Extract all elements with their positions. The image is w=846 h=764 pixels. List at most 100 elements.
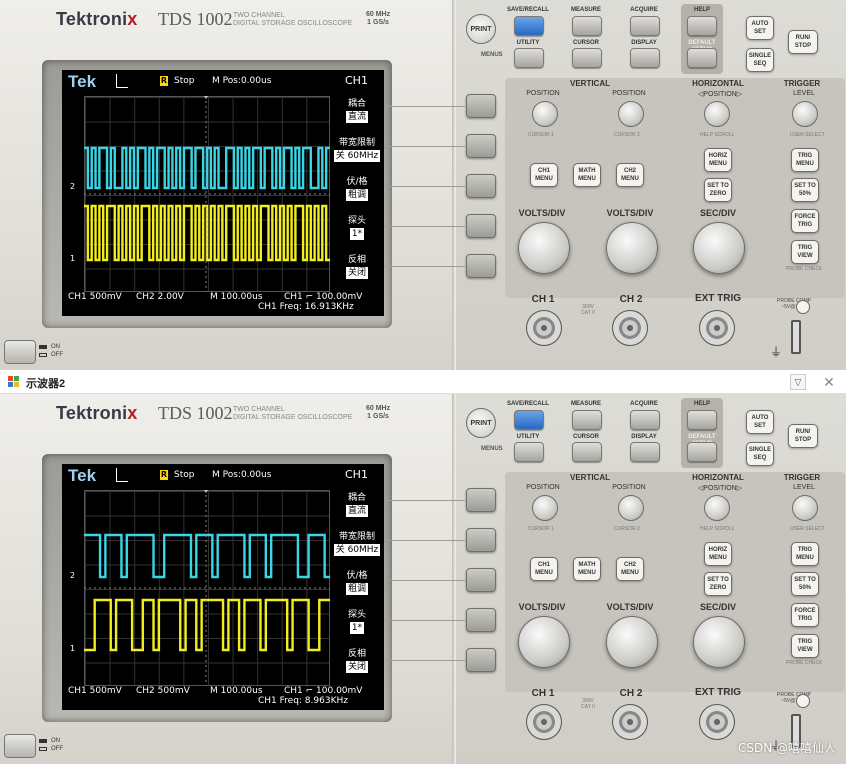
probe-comp-terminal[interactable] bbox=[796, 694, 810, 708]
sec-div-knob[interactable] bbox=[693, 616, 745, 668]
horiz-menu-button[interactable]: HORIZ MENU bbox=[704, 542, 732, 566]
save-recall-button[interactable] bbox=[514, 410, 544, 430]
print-button[interactable]: PRINT bbox=[466, 408, 496, 438]
menu-item-value: 粗调 bbox=[345, 189, 368, 201]
side-menu-button-5[interactable] bbox=[466, 648, 496, 672]
ext-trig-bnc-connector[interactable] bbox=[699, 310, 735, 346]
ch1-position-label: POSITION bbox=[526, 90, 560, 97]
ch2-menu-button[interactable]: CH2 MENU bbox=[616, 557, 644, 581]
set-to-50-button[interactable]: SET TO 50% bbox=[791, 572, 819, 596]
side-menu-button-3[interactable] bbox=[466, 174, 496, 198]
cat-rating: 300V CAT II bbox=[581, 698, 595, 710]
ch2-bnc-connector[interactable] bbox=[612, 310, 648, 346]
ch1-bnc-connector[interactable] bbox=[526, 704, 562, 740]
power-button[interactable] bbox=[4, 734, 36, 758]
math-menu-button[interactable]: MATH MENU bbox=[573, 557, 601, 581]
ch1-volts-div-knob[interactable] bbox=[518, 616, 570, 668]
ch2-ground-marker: 2 bbox=[70, 182, 76, 191]
model-subtitle: TWO CHANNEL DIGITAL STORAGE OSCILLOSCOPE bbox=[233, 406, 353, 421]
single-seq-button[interactable]: SINGLE SEQ bbox=[746, 442, 774, 466]
ch2-menu-button[interactable]: CH2 MENU bbox=[616, 163, 644, 187]
trigger-level-knob[interactable] bbox=[792, 101, 818, 127]
trig-view-button[interactable]: TRIG VIEW bbox=[791, 634, 819, 658]
set-to-50-button[interactable]: SET TO 50% bbox=[791, 178, 819, 202]
side-menu-button-3[interactable] bbox=[466, 568, 496, 592]
set-to-zero-button[interactable]: SET TO ZERO bbox=[704, 178, 732, 202]
help-button[interactable] bbox=[687, 16, 717, 36]
minimize-button[interactable]: ▽ bbox=[790, 374, 806, 390]
utility-button[interactable] bbox=[514, 48, 544, 68]
ch2-input-label: CH 2 bbox=[619, 688, 643, 699]
force-trig-button[interactable]: FORCE TRIG bbox=[791, 209, 819, 233]
acquire-label: ACQUIRE bbox=[630, 7, 658, 13]
auto-set-button[interactable]: AUTO SET bbox=[746, 16, 774, 40]
oscilloscope-1: Tektronix TDS 1002 TWO CHANNEL DIGITAL ST… bbox=[0, 0, 846, 370]
close-button[interactable]: ✕ bbox=[820, 373, 838, 391]
menu-channel-title: CH1 bbox=[345, 468, 368, 481]
trig-view-button[interactable]: TRIG VIEW bbox=[791, 240, 819, 264]
run-stop-button[interactable]: RUN/ STOP bbox=[788, 424, 818, 448]
display-button[interactable] bbox=[630, 48, 660, 68]
side-menu-button-2[interactable] bbox=[466, 134, 496, 158]
save-recall-button[interactable] bbox=[514, 16, 544, 36]
display-button[interactable] bbox=[630, 442, 660, 462]
sec-div-label: SEC/DIV bbox=[699, 602, 736, 612]
ch1-position-knob[interactable] bbox=[532, 495, 558, 521]
ch1-volts-div-knob[interactable] bbox=[518, 222, 570, 274]
ch2-position-knob[interactable] bbox=[618, 495, 644, 521]
trig-menu-button[interactable]: TRIG MENU bbox=[791, 148, 819, 172]
ch2-volts-div-knob[interactable] bbox=[606, 616, 658, 668]
measure-button[interactable] bbox=[572, 16, 602, 36]
side-menu-button-1[interactable] bbox=[466, 488, 496, 512]
horizontal-label: HORIZONTAL bbox=[692, 79, 744, 88]
force-trig-button[interactable]: FORCE TRIG bbox=[791, 603, 819, 627]
set-to-zero-button[interactable]: SET TO ZERO bbox=[704, 572, 732, 596]
cursor-button[interactable] bbox=[572, 442, 602, 462]
h-position-knob[interactable] bbox=[704, 495, 730, 521]
ch2-bnc-connector[interactable] bbox=[612, 704, 648, 740]
side-menu-button-1[interactable] bbox=[466, 94, 496, 118]
ch2-volts-div-knob[interactable] bbox=[606, 222, 658, 274]
probe-comp-label: PROBE COMP ~5V@1kHz bbox=[777, 692, 811, 704]
measure-button[interactable] bbox=[572, 410, 602, 430]
default-setup-button[interactable] bbox=[687, 48, 717, 68]
ch1-bnc-connector[interactable] bbox=[526, 310, 562, 346]
acquire-button[interactable] bbox=[630, 410, 660, 430]
menu-item-label: 反相 bbox=[347, 255, 366, 265]
side-menu-button-4[interactable] bbox=[466, 214, 496, 238]
print-button[interactable]: PRINT bbox=[466, 14, 496, 44]
math-menu-button[interactable]: MATH MENU bbox=[573, 163, 601, 187]
ch1-input-label: CH 1 bbox=[531, 294, 555, 305]
horiz-menu-button[interactable]: HORIZ MENU bbox=[704, 148, 732, 172]
run-stop-button[interactable]: RUN/ STOP bbox=[788, 30, 818, 54]
ext-trig-bnc-connector[interactable] bbox=[699, 704, 735, 740]
ch1-position-knob[interactable] bbox=[532, 101, 558, 127]
menu-item-value: 关 60MHz bbox=[333, 150, 381, 162]
ch1-input-label: CH 1 bbox=[531, 688, 555, 699]
side-menu-button-2[interactable] bbox=[466, 528, 496, 552]
acquire-button[interactable] bbox=[630, 16, 660, 36]
probe-hook[interactable] bbox=[791, 320, 801, 354]
sec-div-knob[interactable] bbox=[693, 222, 745, 274]
ch2-position-knob[interactable] bbox=[618, 101, 644, 127]
default-setup-button[interactable] bbox=[687, 442, 717, 462]
probe-comp-terminal[interactable] bbox=[796, 300, 810, 314]
menu-item-value: 直流 bbox=[345, 111, 368, 123]
ch2-scale: CH2 2.00V bbox=[136, 292, 184, 302]
trig-menu-button[interactable]: TRIG MENU bbox=[791, 542, 819, 566]
cursor-button[interactable] bbox=[572, 48, 602, 68]
utility-button[interactable] bbox=[514, 442, 544, 462]
auto-set-button[interactable]: AUTO SET bbox=[746, 410, 774, 434]
ch1-frequency: CH1 Freq: 16.913KHz bbox=[258, 302, 354, 312]
ch1-menu-button[interactable]: CH1 MENU bbox=[530, 163, 558, 187]
help-button[interactable] bbox=[687, 410, 717, 430]
ch1-frequency: CH1 Freq: 8.963KHz bbox=[258, 696, 348, 706]
side-menu-button-4[interactable] bbox=[466, 608, 496, 632]
trigger-level-knob[interactable] bbox=[792, 495, 818, 521]
ch1-menu-button[interactable]: CH1 MENU bbox=[530, 557, 558, 581]
side-menu-button-5[interactable] bbox=[466, 254, 496, 278]
h-position-knob[interactable] bbox=[704, 101, 730, 127]
ch2-waveform bbox=[84, 146, 330, 190]
power-button[interactable] bbox=[4, 340, 36, 364]
single-seq-button[interactable]: SINGLE SEQ bbox=[746, 48, 774, 72]
